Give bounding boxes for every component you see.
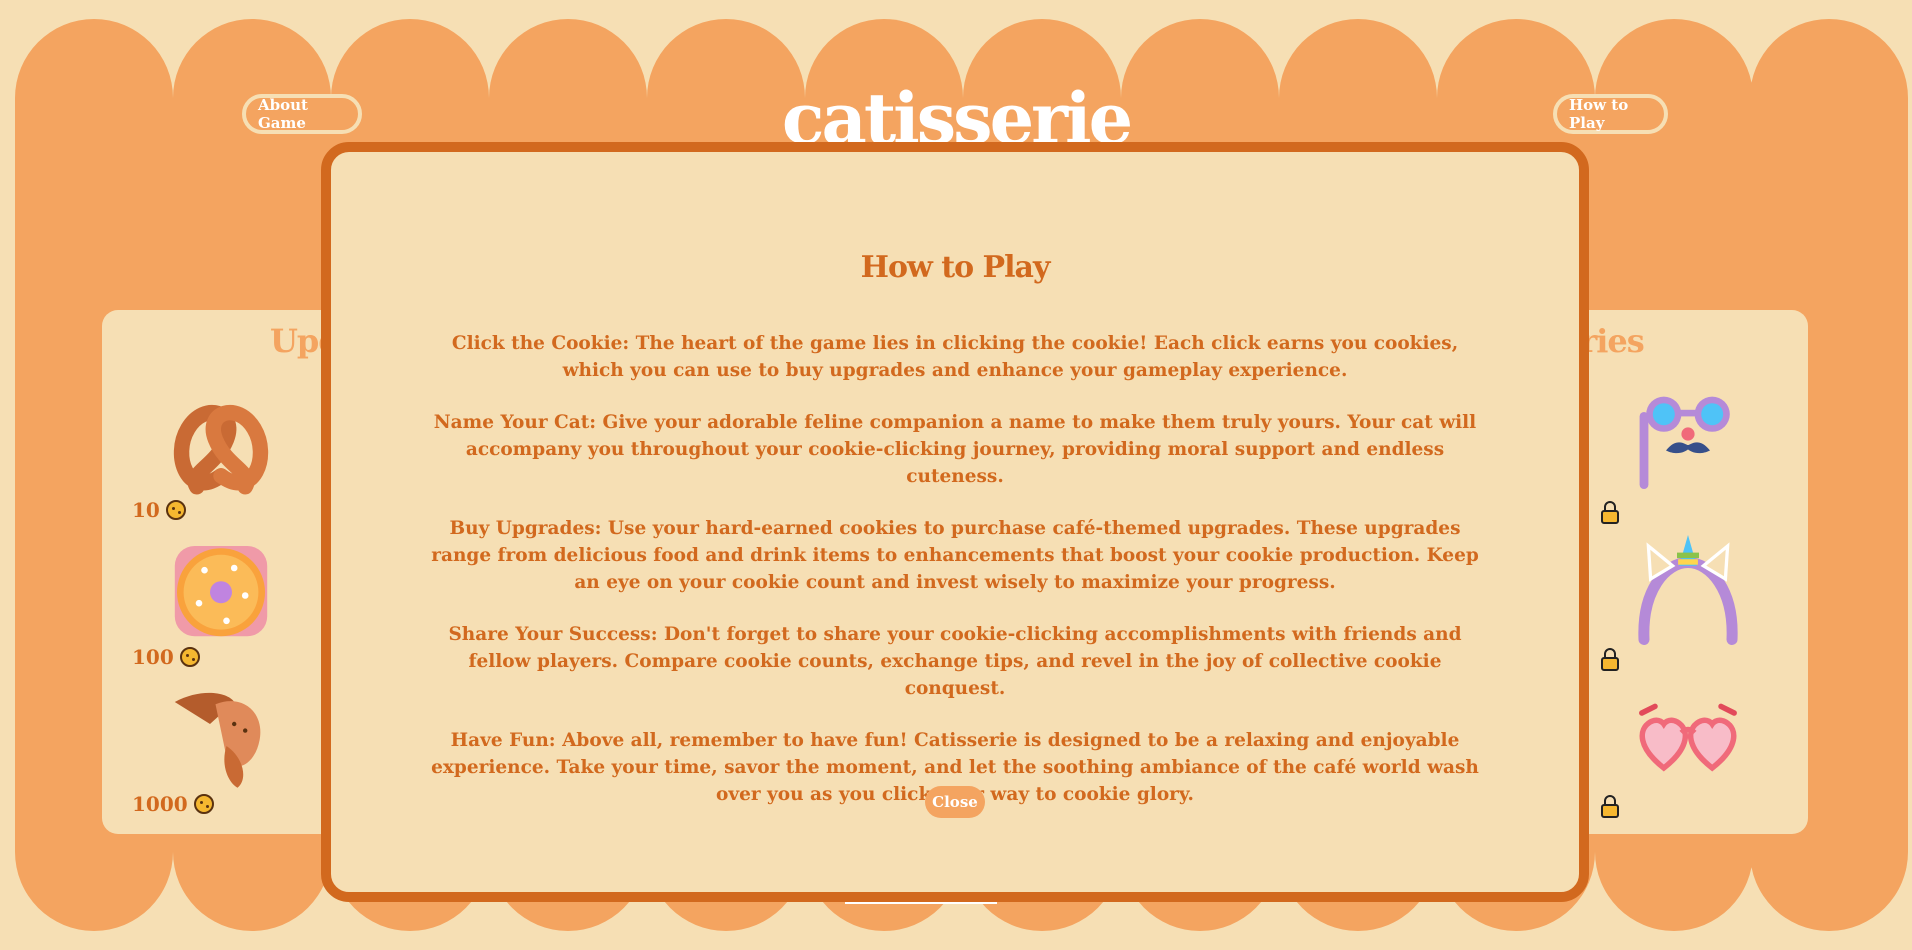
cookie-coin-icon [165, 500, 186, 520]
instruction-paragraph: Name Your Cat: Give your adorable feline… [433, 412, 1477, 487]
upgrade-price: 10 [132, 498, 186, 522]
cookie-coin-icon [193, 794, 214, 814]
heart-glasses-icon[interactable] [1633, 680, 1743, 790]
instruction-paragraph: Share Your Success: Don't forget to shar… [448, 624, 1462, 699]
lock-icon [1601, 795, 1619, 818]
instruction-paragraph: Buy Upgrades: Use your hard-earned cooki… [431, 518, 1479, 593]
modal-body: Click the Cookie: The heart of the game … [431, 330, 1479, 833]
croissant-icon[interactable] [166, 680, 276, 790]
modal-title: How to Play [860, 250, 1051, 285]
unicorn-headband-icon[interactable] [1633, 535, 1743, 645]
lock-icon [1601, 501, 1619, 524]
cookie-coin-icon [179, 647, 200, 667]
upgrade-price: 1000 [132, 792, 214, 816]
upgrade-price: 100 [132, 645, 200, 669]
glasses-mustache-icon[interactable] [1633, 390, 1743, 500]
lock-icon [1601, 648, 1619, 671]
pretzel-icon[interactable] [166, 390, 276, 500]
donut-icon[interactable] [166, 535, 276, 645]
how-to-play-button[interactable]: How to Play [1553, 94, 1668, 134]
how-to-play-modal: How to Play Click the Cookie: The heart … [321, 142, 1589, 902]
instruction-paragraph: Click the Cookie: The heart of the game … [451, 333, 1459, 381]
close-button[interactable]: Close [925, 786, 985, 818]
